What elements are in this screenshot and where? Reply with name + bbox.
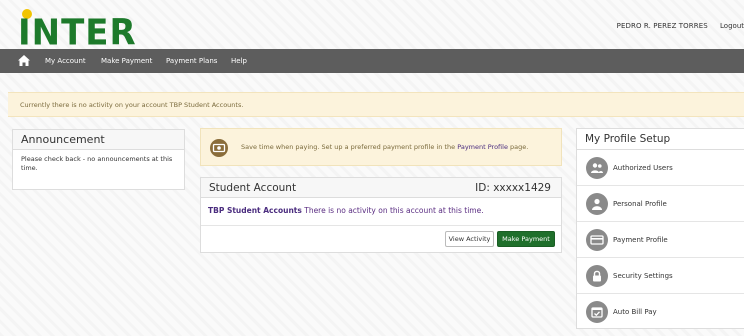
profile-item-auto-bill-pay[interactable]: Auto Bill Pay bbox=[577, 294, 744, 330]
account-id: ID: xxxxx1429 bbox=[475, 182, 551, 194]
make-payment-button[interactable]: Make Payment bbox=[497, 231, 555, 247]
lock-icon bbox=[586, 265, 608, 287]
header: INTER PEDRO R. PEREZ TORRES Logout bbox=[0, 0, 744, 54]
announcement-panel: Announcement Please check back - no anno… bbox=[12, 129, 185, 190]
student-account-header: Student Account ID: xxxxx1429 bbox=[201, 178, 561, 198]
announcement-title: Announcement bbox=[13, 130, 184, 150]
main-nav: My Account Make Payment Payment Plans He… bbox=[0, 49, 744, 73]
nav-payment-plans[interactable]: Payment Plans bbox=[166, 49, 217, 73]
page: INTER PEDRO R. PEREZ TORRES Logout My Ac… bbox=[0, 0, 744, 336]
payment-profile-tip: Save time when paying. Set up a preferre… bbox=[200, 128, 562, 166]
account-actions: View Activity Make Payment bbox=[201, 226, 561, 252]
profile-setup-title: My Profile Setup bbox=[577, 129, 744, 150]
users-icon bbox=[586, 157, 608, 179]
calendar-check-icon bbox=[586, 301, 608, 323]
credit-card-icon bbox=[586, 229, 608, 251]
profile-item-label: Security Settings bbox=[613, 272, 673, 280]
tip-text: Save time when paying. Set up a preferre… bbox=[241, 129, 528, 166]
person-icon bbox=[586, 193, 608, 215]
nav-help[interactable]: Help bbox=[231, 49, 247, 73]
profile-item-personal-profile[interactable]: Personal Profile bbox=[577, 186, 744, 222]
profile-item-label: Personal Profile bbox=[613, 200, 667, 208]
user-name[interactable]: PEDRO R. PEREZ TORRES bbox=[617, 22, 708, 30]
inter-logo[interactable]: INTER bbox=[16, 8, 146, 54]
profile-item-payment-profile[interactable]: Payment Profile bbox=[577, 222, 744, 258]
account-status-text: There is no activity on this account at … bbox=[304, 206, 484, 215]
tip-text-before: Save time when paying. Set up a preferre… bbox=[241, 143, 456, 151]
profile-item-authorized-users[interactable]: Authorized Users bbox=[577, 150, 744, 186]
profile-item-label: Payment Profile bbox=[613, 236, 668, 244]
announcement-body: Please check back - no announcements at … bbox=[21, 155, 173, 172]
tip-text-after: page. bbox=[510, 143, 529, 151]
profile-item-label: Auto Bill Pay bbox=[613, 308, 657, 316]
payment-profile-link[interactable]: Payment Profile bbox=[457, 143, 508, 151]
profile-setup-panel: My Profile Setup Authorized Users Person… bbox=[576, 128, 744, 329]
logo-text: INTER bbox=[18, 12, 137, 54]
logout-link[interactable]: Logout bbox=[720, 22, 744, 30]
money-icon bbox=[210, 139, 228, 157]
student-account-title: Student Account bbox=[209, 182, 297, 194]
nav-my-account[interactable]: My Account bbox=[45, 49, 86, 73]
profile-item-label: Authorized Users bbox=[613, 164, 673, 172]
nav-make-payment[interactable]: Make Payment bbox=[101, 49, 152, 73]
student-account-panel: Student Account ID: xxxxx1429 TBP Studen… bbox=[200, 177, 562, 253]
user-links: PEDRO R. PEREZ TORRES Logout bbox=[607, 22, 744, 30]
view-activity-button[interactable]: View Activity bbox=[445, 231, 494, 247]
home-icon[interactable] bbox=[18, 55, 30, 66]
activity-notice: Currently there is no activity on your a… bbox=[8, 92, 744, 117]
account-name: TBP Student Accounts bbox=[208, 206, 302, 215]
profile-item-security-settings[interactable]: Security Settings bbox=[577, 258, 744, 294]
account-message: TBP Student Accounts There is no activit… bbox=[201, 198, 561, 226]
